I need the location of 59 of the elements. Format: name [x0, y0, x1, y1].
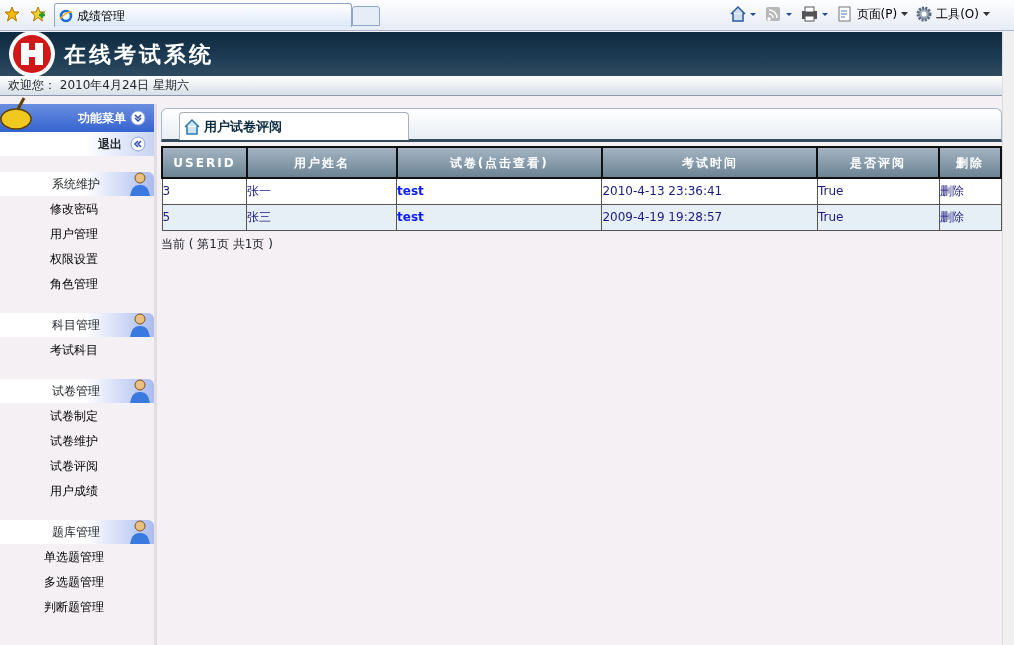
group-header[interactable]: 题库管理: [0, 520, 154, 544]
menu-item[interactable]: 试卷评阅: [0, 454, 154, 479]
table-cell: 2009-4-19 19:28:57: [602, 210, 723, 224]
menu-item[interactable]: 试卷维护: [0, 429, 154, 454]
table-cell: 2010-4-13 23:36:41: [602, 184, 723, 199]
person-icon: [129, 172, 151, 196]
table-cell: True: [817, 210, 844, 224]
menu-item[interactable]: 判断题管理: [0, 595, 154, 620]
caret-icon: [901, 12, 909, 16]
id-cell: 3: [162, 184, 171, 199]
menu-item[interactable]: 考试科目: [0, 338, 154, 363]
column-header: 试卷(点击查看): [396, 147, 602, 178]
menu-item[interactable]: 试卷制定: [0, 404, 154, 429]
browser-logo-icon: [59, 8, 73, 23]
group-header[interactable]: 科目管理: [0, 313, 154, 337]
caret-icon: [983, 12, 990, 16]
person-icon: [129, 379, 151, 403]
page-tab[interactable]: 用户试卷评阅: [179, 112, 409, 140]
menu-item[interactable]: 修改密码: [0, 197, 154, 222]
table-cell: 张三: [247, 210, 272, 224]
table-cell: True: [817, 184, 844, 199]
person-icon: [129, 520, 151, 544]
column-header: USERID: [162, 147, 247, 178]
tools-menu[interactable]: 工具(O): [916, 5, 990, 23]
collapse-icon[interactable]: [130, 136, 146, 152]
expand-icon[interactable]: [130, 110, 146, 126]
group-header[interactable]: 试卷管理: [0, 379, 154, 403]
logout-link[interactable]: 退出: [98, 135, 122, 153]
column-header: 删除: [939, 147, 1001, 178]
logo-icon: [8, 30, 56, 78]
pager-text: 当前 ( 第1页 共1页 ): [161, 235, 274, 253]
person-icon: [129, 313, 151, 337]
column-header: 是否评阅: [817, 147, 940, 178]
group-header[interactable]: 系统维护: [0, 172, 154, 196]
browser-tab[interactable]: 成绩管理: [54, 3, 352, 27]
menu-item[interactable]: 多选题管理: [0, 570, 154, 595]
site-title: 在线考试系统: [64, 39, 214, 69]
menu-item[interactable]: 权限设置: [0, 247, 154, 272]
menu-item[interactable]: 角色管理: [0, 272, 154, 297]
star-icon[interactable]: [4, 6, 20, 22]
id-cell: 5: [162, 210, 171, 224]
paper-link[interactable]: test: [397, 184, 424, 199]
home-icon: [184, 118, 200, 135]
column-header: 考试时间: [601, 147, 818, 178]
page-icon: [836, 6, 853, 22]
printer-icon[interactable]: [800, 5, 829, 23]
welcome-text: 欢迎您： 2010年4月24日 星期六: [8, 78, 190, 92]
add-favorite-icon[interactable]: [30, 6, 46, 22]
feed-icon[interactable]: [764, 5, 793, 23]
column-header: 用户姓名: [246, 147, 397, 178]
gear-icon: [916, 6, 933, 22]
table-cell: 张一: [247, 184, 272, 199]
new-tab-button[interactable]: [352, 6, 380, 26]
menu-item[interactable]: 单选题管理: [0, 545, 154, 570]
menu-item[interactable]: 用户成绩: [0, 479, 154, 504]
page-menu[interactable]: 页面(P): [836, 5, 909, 23]
home-icon[interactable]: [728, 5, 757, 23]
menu-item[interactable]: 用户管理: [0, 222, 154, 247]
paper-link[interactable]: test: [397, 210, 424, 224]
